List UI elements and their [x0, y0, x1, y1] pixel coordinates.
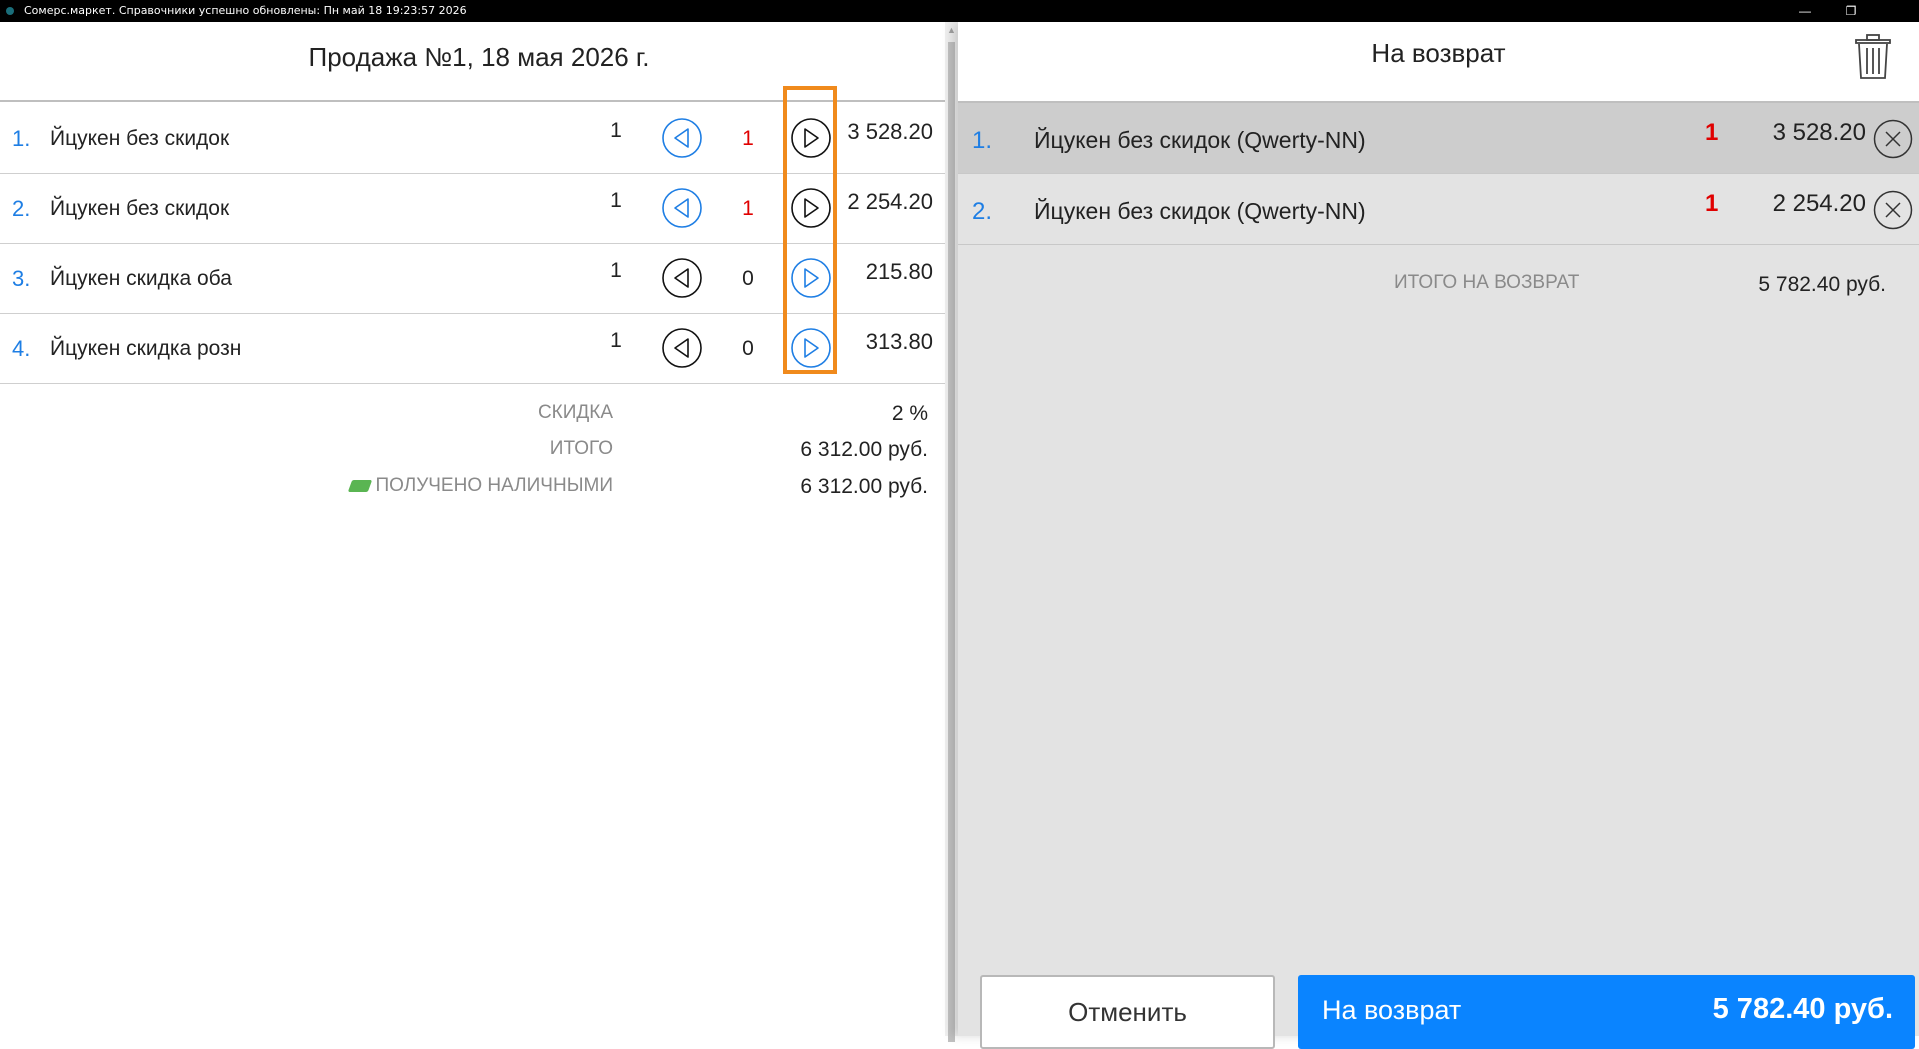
item-price: 313.80 — [865, 329, 933, 354]
close-circle-icon[interactable] — [1873, 190, 1913, 230]
item-number: 1. — [12, 126, 31, 151]
item-number: 2. — [12, 196, 31, 221]
return-quantity: 1 — [742, 197, 754, 220]
return-header: На возврат — [958, 22, 1919, 103]
return-item-price: 2 254.20 — [1772, 190, 1866, 217]
arrow-left-circle-icon[interactable] — [662, 188, 702, 228]
item-number: 4. — [12, 336, 31, 361]
return-panel: На возврат 1. Йцукен без скидок (Qwerty-… — [958, 22, 1919, 1049]
item-name: Йцукен скидка оба — [50, 267, 232, 290]
close-circle-icon[interactable] — [1873, 119, 1913, 159]
item-quantity: 1 — [610, 189, 622, 212]
return-item-price: 3 528.20 — [1772, 119, 1866, 146]
item-quantity: 1 — [610, 119, 622, 142]
return-item-count: 1 — [1705, 190, 1719, 217]
item-name: Йцукен скидка розн — [50, 337, 242, 360]
return-item-row[interactable]: 2. Йцукен без скидок (Qwerty-NN) 1 2 254… — [958, 174, 1919, 245]
restore-button[interactable]: ❐ — [1828, 0, 1874, 22]
return-item-count: 1 — [1705, 119, 1719, 146]
discount-value: 2 % — [891, 402, 928, 425]
item-name: Йцукен без скидок — [50, 127, 230, 150]
return-button[interactable]: На возврат 5 782.40 руб. — [1298, 975, 1915, 1049]
return-total-value: 5 782.40 руб. — [1758, 273, 1886, 296]
item-price: 3 528.20 — [847, 119, 933, 144]
cash-icon — [347, 479, 372, 492]
item-name: Йцукен без скидок — [50, 197, 230, 220]
arrow-left-circle-icon[interactable] — [662, 328, 702, 368]
cash-received-label: ПОЛУЧЕНО НАЛИЧНЫМИ — [375, 475, 614, 496]
item-quantity: 1 — [610, 329, 622, 352]
trash-icon[interactable] — [1852, 34, 1894, 80]
scrollbar[interactable]: ▲ — [945, 22, 958, 1042]
return-total-label: ИТОГО НА ВОЗВРАТ — [1394, 272, 1580, 293]
return-item-number: 2. — [972, 198, 993, 225]
minimize-button[interactable]: — — [1782, 0, 1828, 22]
window-title: Сомерс.маркет. Справочники успешно обнов… — [24, 4, 467, 17]
cash-received-value: 6 312.00 руб. — [800, 475, 928, 498]
scrollbar-thumb[interactable] — [948, 42, 955, 1042]
return-title: На возврат — [1371, 38, 1506, 68]
return-item-row[interactable]: 1. Йцукен без скидок (Qwerty-NN) 1 3 528… — [958, 103, 1919, 174]
highlight-frame — [783, 86, 837, 374]
scroll-up-icon[interactable]: ▲ — [945, 24, 958, 37]
return-item-name: Йцукен без скидок (Qwerty-NN) — [1034, 198, 1366, 224]
cancel-button[interactable]: Отменить — [980, 975, 1275, 1049]
discount-label: СКИДКА — [537, 402, 613, 423]
total-value: 6 312.00 руб. — [800, 438, 928, 461]
return-item-name: Йцукен без скидок (Qwerty-NN) — [1034, 127, 1366, 153]
item-price: 215.80 — [865, 259, 933, 284]
item-number: 3. — [12, 266, 31, 291]
total-label: ИТОГО — [549, 438, 613, 459]
cash-received-row: ПОЛУЧЕНО НАЛИЧНЫМИ — [347, 475, 614, 497]
app-icon — [6, 7, 14, 15]
arrow-left-circle-icon[interactable] — [662, 258, 702, 298]
return-quantity: 1 — [742, 127, 754, 150]
return-button-label: На возврат — [1322, 995, 1462, 1025]
item-price: 2 254.20 — [847, 189, 933, 214]
return-item-number: 1. — [972, 127, 993, 154]
window-titlebar: Сомерс.маркет. Справочники успешно обнов… — [0, 0, 1919, 22]
return-quantity: 0 — [742, 267, 754, 290]
return-button-amount: 5 782.40 руб. — [1712, 993, 1893, 1025]
item-quantity: 1 — [610, 259, 622, 282]
sale-title: Продажа №1, 18 мая 2026 г. — [308, 42, 650, 72]
arrow-left-circle-icon[interactable] — [662, 118, 702, 158]
return-quantity: 0 — [742, 337, 754, 360]
